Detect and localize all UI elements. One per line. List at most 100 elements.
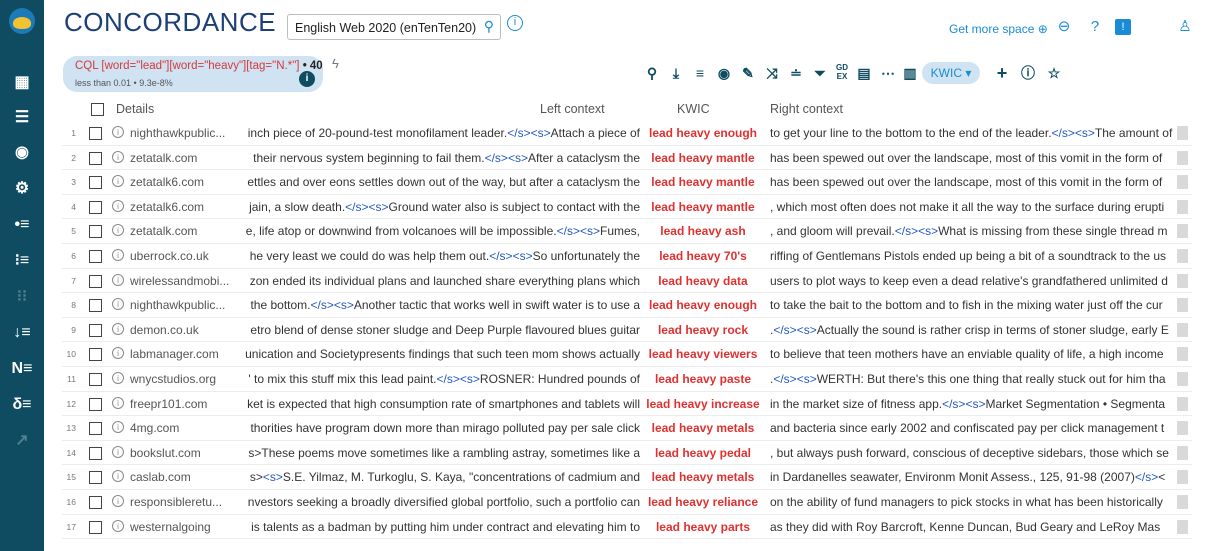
row-checkbox[interactable] [89, 225, 102, 239]
kwic-match[interactable]: lead heavy viewers [642, 347, 764, 361]
kwic-match[interactable]: lead heavy parts [642, 520, 764, 534]
corpus-selector[interactable]: English Web 2020 (enTenTen20) ⚲ [287, 14, 501, 40]
kwic-match[interactable]: lead heavy mantle [642, 200, 764, 214]
gdex-icon[interactable]: GD EX [832, 63, 852, 83]
row-checkbox[interactable] [89, 397, 102, 411]
kwic-match[interactable]: lead heavy metals [642, 421, 764, 435]
parallel-icon[interactable]: ⁝≡ [0, 246, 44, 276]
table-row[interactable]: 2 i zetatalk.com their nervous system begin… [62, 147, 1192, 171]
table-row[interactable]: 14 i bookslut.com s>These poems move someti… [62, 442, 1192, 466]
details-info-icon[interactable]: i [112, 199, 124, 212]
row-source[interactable]: caslab.com [130, 470, 242, 484]
table-row[interactable]: 7 i wirelessandmobi... zon ended its indivi… [62, 270, 1192, 294]
row-checkbox[interactable] [89, 348, 102, 362]
copy-icon[interactable] [1177, 445, 1188, 460]
row-source[interactable]: zetatalk6.com [130, 175, 242, 189]
row-source[interactable]: labmanager.com [130, 347, 242, 361]
table-row[interactable]: 11 i wnycstudios.org ' to mix this stuff mi… [62, 368, 1192, 392]
target-icon[interactable]: ◉ [0, 138, 44, 168]
query-info-icon[interactable]: i [299, 71, 315, 87]
copy-icon[interactable] [1177, 298, 1188, 313]
row-source[interactable]: nighthawkpublic... [130, 298, 242, 312]
details-info-icon[interactable]: i [112, 224, 124, 237]
copy-icon[interactable] [1177, 150, 1188, 165]
copy-icon[interactable] [1177, 273, 1188, 288]
document-icon[interactable]: ▤ [854, 63, 874, 83]
row-source[interactable]: wirelessandmobi... [130, 274, 242, 288]
view-lines-icon[interactable]: ≡ [690, 63, 710, 83]
search-icon[interactable]: ⚲ [642, 63, 662, 83]
row-checkbox[interactable] [89, 446, 102, 460]
row-source[interactable]: nighthawkpublic... [130, 126, 242, 140]
kwic-match[interactable]: lead heavy mantle [642, 151, 764, 165]
copy-icon[interactable] [1177, 224, 1188, 239]
sort-icon[interactable]: ↓≡ [0, 318, 44, 348]
table-row[interactable]: 4 i zetatalk6.com jain, a slow death.</s><s… [62, 196, 1192, 220]
row-source[interactable]: demon.co.uk [130, 323, 242, 337]
details-info-icon[interactable]: i [112, 150, 124, 163]
copy-icon[interactable] [1177, 126, 1188, 140]
copy-icon[interactable] [1177, 347, 1188, 362]
copy-icon[interactable] [1177, 396, 1188, 411]
row-source[interactable]: 4mg.com [130, 421, 242, 435]
select-all-checkbox[interactable] [91, 103, 104, 116]
details-info-icon[interactable]: i [112, 298, 124, 311]
row-checkbox[interactable] [89, 299, 102, 313]
kwic-match[interactable]: lead heavy data [642, 274, 764, 288]
details-info-icon[interactable]: i [112, 396, 124, 409]
download-icon[interactable]: ⤓ [666, 63, 686, 83]
row-checkbox[interactable] [89, 176, 102, 190]
filter-icon[interactable]: ⏷ [810, 63, 830, 83]
row-source[interactable]: freepr101.com [130, 397, 242, 411]
kwic-match[interactable]: lead heavy mantle [642, 175, 764, 189]
details-info-icon[interactable]: i [112, 445, 124, 458]
table-row[interactable]: 16 i responsibleretu... nvestors seeking a … [62, 491, 1192, 515]
kwic-match[interactable]: lead heavy enough [642, 298, 764, 312]
copy-icon[interactable] [1177, 519, 1188, 534]
query-chip[interactable]: CQL [word="lead"][word="heavy"][tag="N.*… [63, 56, 323, 92]
settings-icon[interactable]: ⚙ [0, 174, 44, 204]
copy-icon[interactable] [1177, 322, 1188, 337]
row-checkbox[interactable] [89, 496, 102, 509]
details-info-icon[interactable]: i [112, 470, 124, 483]
view-mode-selector[interactable]: KWIC ▾ [922, 62, 980, 84]
copy-icon[interactable] [1177, 372, 1188, 386]
copy-icon[interactable] [1177, 421, 1188, 436]
row-source[interactable]: bookslut.com [130, 446, 242, 460]
row-checkbox[interactable] [89, 127, 102, 140]
list-icon[interactable]: ☰ [0, 103, 44, 133]
row-checkbox[interactable] [89, 471, 102, 485]
row-source[interactable]: zetatalk6.com [130, 200, 242, 214]
keyword-icon[interactable]: δ≡ [0, 390, 44, 420]
feedback-icon[interactable]: ! [1115, 19, 1131, 35]
tag-icon[interactable]: ✎ [738, 63, 758, 83]
more-icon[interactable]: ⋯ [878, 63, 898, 83]
row-checkbox[interactable] [89, 200, 102, 214]
info-circle-icon[interactable]: ⓘ [1018, 63, 1038, 83]
row-checkbox[interactable] [89, 323, 102, 337]
bullet-list-icon[interactable]: •≡ [0, 210, 44, 240]
details-info-icon[interactable]: i [112, 519, 124, 532]
kwic-match[interactable]: lead heavy increase [642, 397, 764, 411]
trend-icon[interactable]: ↗ [0, 426, 44, 456]
row-source[interactable]: uberrock.co.uk [130, 249, 242, 263]
kwic-match[interactable]: lead heavy enough [642, 126, 764, 140]
info-icon[interactable]: i [507, 15, 523, 31]
details-info-icon[interactable]: i [112, 421, 124, 434]
row-checkbox[interactable] [89, 250, 102, 263]
kwic-match[interactable]: lead heavy rock [642, 323, 764, 337]
table-row[interactable]: 9 i demon.co.uk etro blend of dense stoner … [62, 319, 1192, 343]
kwic-match[interactable]: lead heavy pedal [642, 446, 764, 460]
table-row[interactable]: 8 i nighthawkpublic... the bottom.</s><s>An… [62, 294, 1192, 318]
grid-icon[interactable]: ⁝⁝ [0, 282, 44, 312]
logo-icon[interactable] [9, 8, 35, 34]
table-row[interactable]: 3 i zetatalk6.com ettles and over eons sett… [62, 171, 1192, 195]
table-row[interactable]: 15 i caslab.com s><s>S.E. Yilmaz, M. Turkog… [62, 466, 1192, 490]
row-source[interactable]: westernalgoing [130, 520, 242, 534]
kwic-match[interactable]: lead heavy reliance [642, 495, 764, 509]
row-checkbox[interactable] [89, 373, 102, 386]
row-source[interactable]: responsibleretu... [130, 495, 242, 509]
ngram-icon[interactable]: N≡ [0, 354, 44, 384]
table-row[interactable]: 13 i 4mg.com thorities have program down mo… [62, 417, 1192, 441]
kwic-match[interactable]: lead heavy paste [642, 372, 764, 386]
